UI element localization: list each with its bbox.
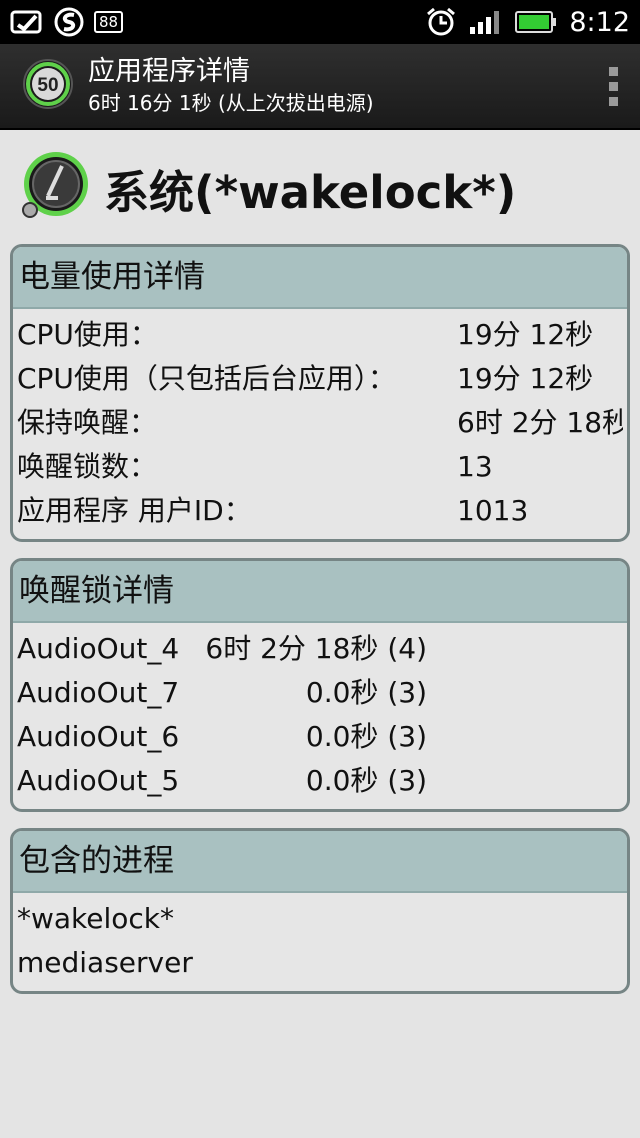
detail-row: 应用程序 用户ID： 1013 [17,489,623,533]
wakelock-row[interactable]: AudioOut_6 0.0秒 (3) [17,715,623,759]
detail-value: 13 [457,450,493,483]
menu-dot-icon [609,96,618,106]
detail-label: 应用程序 用户ID： [17,494,252,527]
detail-value: 1013 [457,494,529,527]
menu-dot-icon [609,81,618,91]
process-item[interactable]: *wakelock* [17,897,623,941]
action-bar-title: 应用程序详情 [88,56,250,87]
clock-time: 8:12 [569,6,630,38]
system-gauge-icon [18,150,90,226]
wakelock-card: 唤醒锁详情 AudioOut_4 6时 2分 18秒 (4) AudioOut_… [10,558,630,812]
detail-value: 19分 12秒 [457,362,594,395]
battery-icon [515,10,557,34]
process-item[interactable]: mediaserver [17,941,623,985]
wakelock-header: 唤醒锁详情 [13,561,627,623]
wakelock-row[interactable]: AudioOut_4 6时 2分 18秒 (4) [17,627,623,671]
app-title: 系统(*wakelock*) [104,165,517,219]
wakelock-name: AudioOut_4 [17,632,180,665]
wakelock-name: AudioOut_7 [17,676,180,709]
wakelock-name: AudioOut_6 [17,720,180,753]
wakelock-duration: 0.0秒 (3) [305,764,427,797]
action-bar-subtitle: 6时 16分 1秒 (从上次拔出电源) [88,91,374,115]
battery-percent-badge[interactable]: 50 [22,58,74,114]
detail-row: CPU使用（只包括后台应用）： 19分 12秒 [17,357,623,401]
app-header: 系统(*wakelock*) [0,130,640,244]
detail-label: 唤醒锁数： [17,450,158,483]
menu-dot-icon [609,66,618,76]
status-bar: 88 8:12 [0,0,640,44]
overflow-menu-button[interactable] [601,61,626,112]
processes-header: 包含的进程 [13,831,627,893]
wakelock-row[interactable]: AudioOut_7 0.0秒 (3) [17,671,623,715]
detail-label: CPU使用（只包括后台应用）： [17,362,396,395]
alarm-clock-icon [425,6,457,38]
detail-label: 保持唤醒： [17,406,158,439]
wakelock-duration: 0.0秒 (3) [305,720,427,753]
detail-value: 19分 12秒 [457,318,594,351]
action-bar: 50 应用程序详情 6时 16分 1秒 (从上次拔出电源) [0,44,640,130]
battery-percent-text: 50 [37,75,58,96]
signal-icon [469,9,503,35]
detail-row: 保持唤醒： 6时 2分 18秒 [17,401,623,445]
wakelock-duration: 0.0秒 (3) [305,676,427,709]
power-usage-header: 电量使用详情 [13,247,627,309]
wakelock-row[interactable]: AudioOut_5 0.0秒 (3) [17,759,623,803]
detail-row: 唤醒锁数： 13 [17,445,623,489]
detail-value: 6时 2分 18秒 [457,406,623,439]
app-s-icon [54,7,84,37]
wakelock-name: AudioOut_5 [17,764,180,797]
image-check-icon [10,9,44,35]
notification-badge: 88 [94,11,124,33]
power-usage-card: 电量使用详情 CPU使用： 19分 12秒 CPU使用（只包括后台应用）： 19… [10,244,630,542]
detail-label: CPU使用： [17,318,158,351]
processes-card: 包含的进程 *wakelock* mediaserver [10,828,630,994]
wakelock-duration: 6时 2分 18秒 (4) [205,632,427,665]
detail-row: CPU使用： 19分 12秒 [17,313,623,357]
